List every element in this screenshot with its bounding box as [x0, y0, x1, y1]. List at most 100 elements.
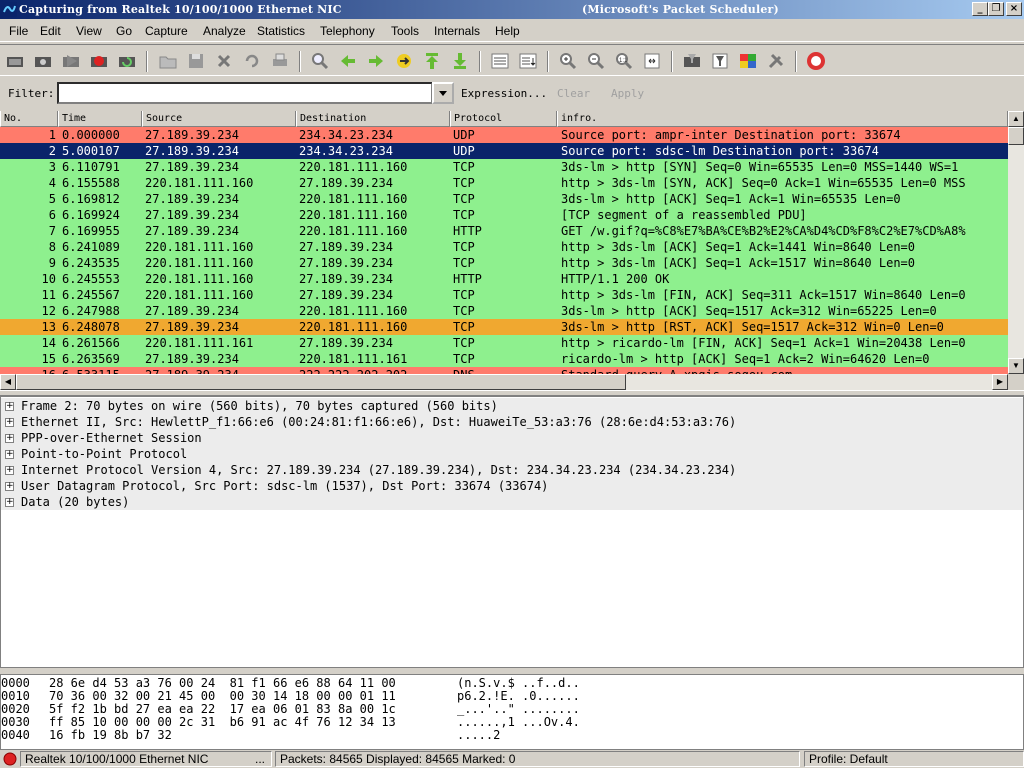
detail-row[interactable]: + Point-to-Point Protocol — [1, 446, 1023, 462]
find-packet-icon[interactable] — [310, 51, 330, 71]
go-to-last-packet-icon[interactable] — [450, 51, 470, 71]
horizontal-scroll-thumb[interactable] — [16, 374, 626, 390]
expand-icon[interactable]: + — [5, 418, 14, 427]
packet-list-horizontal-scrollbar[interactable]: ◀ ▶ — [0, 374, 1008, 390]
expand-icon[interactable]: + — [5, 482, 14, 491]
scroll-up-button[interactable]: ▲ — [1008, 111, 1024, 127]
filter-dropdown-button[interactable] — [432, 82, 454, 104]
status-profile[interactable]: Profile: Default — [804, 751, 1024, 767]
go-to-packet-icon[interactable] — [394, 51, 414, 71]
packet-row[interactable]: 15 6.263569 27.189.39.234 220.181.111.161 TC… — [0, 351, 1008, 367]
detail-row[interactable]: + Data (20 bytes) — [1, 494, 1023, 510]
interfaces-icon[interactable] — [5, 51, 25, 71]
packet-row[interactable]: 1 0.000000 27.189.39.234 234.34.23.234 UDP So… — [0, 127, 1008, 143]
packet-row[interactable]: 16 6.53311527.189.39.234 222.222.202.202 DN… — [0, 367, 1008, 374]
expand-icon[interactable]: + — [5, 434, 14, 443]
close-file-icon[interactable] — [214, 51, 234, 71]
colorize-packet-list-icon[interactable] — [490, 51, 510, 71]
cell-destination: 222.222.202.202 — [299, 367, 449, 374]
packet-row[interactable]: 2 5.000107 27.189.39.234 234.34.23.234 UDP So… — [0, 143, 1008, 159]
column-header-no[interactable]: No. — [0, 111, 58, 127]
menu-capture[interactable]: Capture — [145, 24, 188, 38]
help-icon[interactable] — [806, 51, 826, 71]
menu-file[interactable]: File — [9, 24, 28, 38]
menu-edit[interactable]: Edit — [40, 24, 61, 38]
packet-row[interactable]: 11 6.245567 220.181.111.160 27.189.39.234 TC… — [0, 287, 1008, 303]
minimize-button[interactable]: _ — [972, 2, 988, 16]
menu-help[interactable]: Help — [495, 24, 520, 38]
restart-capture-icon[interactable] — [117, 51, 137, 71]
packet-list[interactable]: No. Time Source Destination Protocol inf… — [0, 111, 1008, 374]
save-file-icon[interactable] — [186, 51, 206, 71]
auto-scroll-icon[interactable] — [518, 51, 538, 71]
vertical-scroll-thumb[interactable] — [1008, 127, 1024, 145]
column-header-time[interactable]: Time — [58, 111, 142, 127]
zoom-in-icon[interactable] — [558, 51, 578, 71]
scroll-right-button[interactable]: ▶ — [992, 374, 1008, 390]
zoom-out-icon[interactable] — [586, 51, 606, 71]
detail-row[interactable]: + Frame 2: 70 bytes on wire (560 bits), 7… — [1, 398, 1023, 414]
column-header-protocol[interactable]: Protocol — [450, 111, 557, 127]
packet-row[interactable]: 8 6.241089 220.181.111.160 27.189.39.234 TCP… — [0, 239, 1008, 255]
cell-time: 6.261566 — [62, 336, 120, 350]
packet-row[interactable]: 9 6.243535 220.181.111.160 27.189.39.234 TCP… — [0, 255, 1008, 271]
clear-button[interactable]: Clear — [557, 87, 590, 100]
menu-go[interactable]: Go — [116, 24, 132, 38]
expand-icon[interactable]: + — [5, 450, 14, 459]
capture-options-icon[interactable] — [33, 51, 53, 71]
packet-bytes-pane[interactable]: 0000 28 6e d4 53 a3 76 00 24 81 f1 66 e6 … — [0, 674, 1024, 750]
menu-view[interactable]: View — [76, 24, 102, 38]
packet-row[interactable]: 5 6.169812 27.189.39.234 220.181.111.160 TCP… — [0, 191, 1008, 207]
stop-capture-icon[interactable] — [89, 51, 109, 71]
scroll-left-button[interactable]: ◀ — [0, 374, 16, 390]
go-forward-icon[interactable] — [366, 51, 386, 71]
column-header-destination[interactable]: Destination — [296, 111, 450, 127]
start-capture-icon[interactable] — [61, 51, 81, 71]
coloring-rules-icon[interactable] — [738, 51, 758, 71]
detail-row[interactable]: + Ethernet II, Src: HewlettP_f1:66:e6 (00… — [1, 414, 1023, 430]
open-file-icon[interactable] — [158, 51, 178, 71]
filter-input[interactable] — [57, 82, 433, 104]
scroll-down-button[interactable]: ▼ — [1008, 358, 1024, 374]
normal-size-icon[interactable]: 1:1 — [614, 51, 634, 71]
resize-columns-icon[interactable] — [642, 51, 662, 71]
reload-icon[interactable] — [242, 51, 262, 71]
detail-row[interactable]: + User Datagram Protocol, Src Port: sdsc-… — [1, 478, 1023, 494]
cell-source: 27.189.39.234 — [145, 224, 239, 238]
menu-statistics[interactable]: Statistics — [257, 24, 305, 38]
go-back-icon[interactable] — [338, 51, 358, 71]
menu-internals[interactable]: Internals — [434, 24, 480, 38]
menu-tools[interactable]: Tools — [391, 24, 419, 38]
column-header-info[interactable]: infro. — [557, 111, 1008, 127]
expand-icon[interactable]: + — [5, 466, 14, 475]
packet-list-vertical-scrollbar[interactable]: ▲ ▼ — [1008, 111, 1024, 374]
packet-details-pane[interactable]: + Frame 2: 70 bytes on wire (560 bits), 7… — [0, 396, 1024, 668]
packet-row[interactable]: 3 6.110791 27.189.39.234 220.181.111.160 TCP… — [0, 159, 1008, 175]
packet-row[interactable]: 10 6.245553 220.181.111.160 27.189.39.234 HT… — [0, 271, 1008, 287]
expert-info-error-icon[interactable] — [3, 752, 17, 766]
expand-icon[interactable]: + — [5, 498, 14, 507]
menu-telephony[interactable]: Telephony — [320, 24, 375, 38]
menu-analyze[interactable]: Analyze — [203, 24, 246, 38]
packet-row[interactable]: 7 6.169955 27.189.39.234 220.181.111.160 HTT… — [0, 223, 1008, 239]
packet-row[interactable]: 6 6.169924 27.189.39.234 220.181.111.160 TCP… — [0, 207, 1008, 223]
maximize-button[interactable]: ❐ — [988, 2, 1004, 16]
print-icon[interactable] — [270, 51, 290, 71]
detail-text: Internet Protocol Version 4, Src: 27.189… — [21, 463, 737, 477]
packet-row[interactable]: 12 6.247988 27.189.39.234 220.181.111.160 TC… — [0, 303, 1008, 319]
detail-row[interactable]: + Internet Protocol Version 4, Src: 27.18… — [1, 462, 1023, 478]
cell-info: Source port: sdsc-lm Destination port: 3… — [561, 144, 879, 158]
display-filters-icon[interactable] — [710, 51, 730, 71]
expression-button[interactable]: Expression... — [461, 87, 547, 100]
go-to-first-packet-icon[interactable] — [422, 51, 442, 71]
preferences-icon[interactable] — [766, 51, 786, 71]
detail-row[interactable]: + PPP-over-Ethernet Session — [1, 430, 1023, 446]
packet-row[interactable]: 13 6.248078 27.189.39.234 220.181.111.160 TC… — [0, 319, 1008, 335]
packet-row[interactable]: 4 6.155588 220.181.111.160 27.189.39.234 TCP… — [0, 175, 1008, 191]
column-header-source[interactable]: Source — [142, 111, 296, 127]
packet-row[interactable]: 14 6.261566 220.181.111.161 27.189.39.234 TC… — [0, 335, 1008, 351]
expand-icon[interactable]: + — [5, 402, 14, 411]
capture-filters-icon[interactable] — [682, 51, 702, 71]
apply-button[interactable]: Apply — [611, 87, 644, 100]
close-button[interactable]: × — [1006, 2, 1022, 16]
